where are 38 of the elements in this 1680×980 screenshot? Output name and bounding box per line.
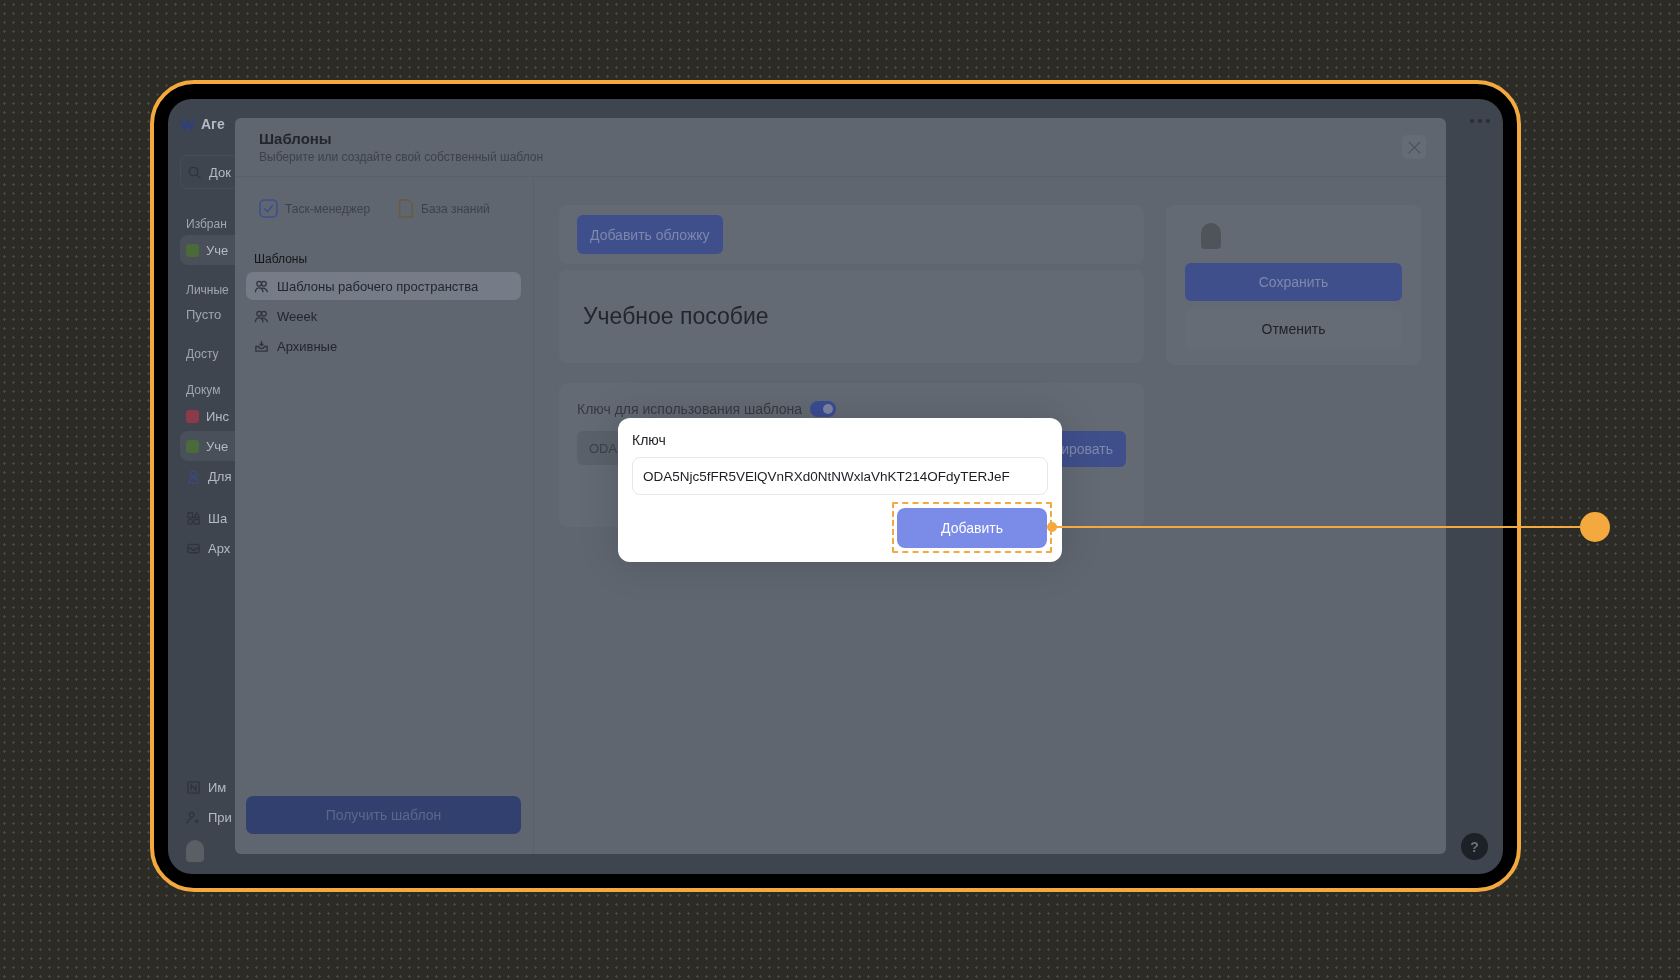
people-icon	[254, 278, 269, 294]
section-label: Докум	[185, 382, 222, 399]
section-label: Избран	[185, 216, 228, 233]
empty-label: Пусто	[185, 306, 223, 324]
section-label: Шаблоны	[254, 252, 309, 266]
workspace-name: Аге	[201, 116, 225, 132]
add-button[interactable]: Добавить	[897, 508, 1047, 548]
avatar[interactable]	[186, 840, 204, 862]
sidebar-item[interactable]: Ша	[180, 503, 235, 533]
close-icon	[1406, 139, 1422, 155]
sidebar-item[interactable]: Уче	[180, 431, 235, 461]
person-icon	[186, 468, 201, 484]
avatar	[1201, 223, 1221, 249]
sidebar-item[interactable]: Им	[180, 772, 235, 802]
document-icon	[398, 199, 415, 218]
template-list-item[interactable]: Архивные	[246, 332, 521, 360]
save-button[interactable]: Сохранить	[1185, 263, 1402, 301]
template-list-item[interactable]: Шаблоны рабочего пространства	[246, 272, 521, 300]
checkbox-icon	[259, 199, 278, 218]
add-cover-button[interactable]: Добавить обложку	[577, 215, 723, 254]
modal-title: Шаблоны	[259, 130, 333, 147]
sidebar-item[interactable]: Уче	[180, 235, 235, 265]
section-label: Личные	[185, 282, 230, 299]
template-list-item[interactable]: Weeek	[246, 302, 521, 330]
sidebar-item[interactable]: Арх	[180, 533, 235, 563]
inbox-icon	[254, 338, 269, 354]
key-toggle[interactable]	[810, 401, 837, 417]
w-logo-icon	[180, 116, 195, 132]
sidebar-item[interactable]: Инс	[180, 401, 235, 431]
section-label: Досту	[185, 346, 220, 363]
help-button[interactable]: ?	[1461, 833, 1488, 860]
close-button[interactable]	[1402, 135, 1426, 159]
sidebar-item[interactable]: При	[180, 802, 235, 832]
field-label: Ключ	[632, 432, 667, 448]
document-title: Учебное пособие	[582, 302, 770, 331]
sidebar-item[interactable]: Для	[180, 461, 235, 491]
key-input[interactable]: ODA5Njc5fFR5VElQVnRXd0NtNWxlaVhKT214OFdyTERJeF	[632, 457, 1048, 495]
people-icon	[254, 308, 269, 324]
